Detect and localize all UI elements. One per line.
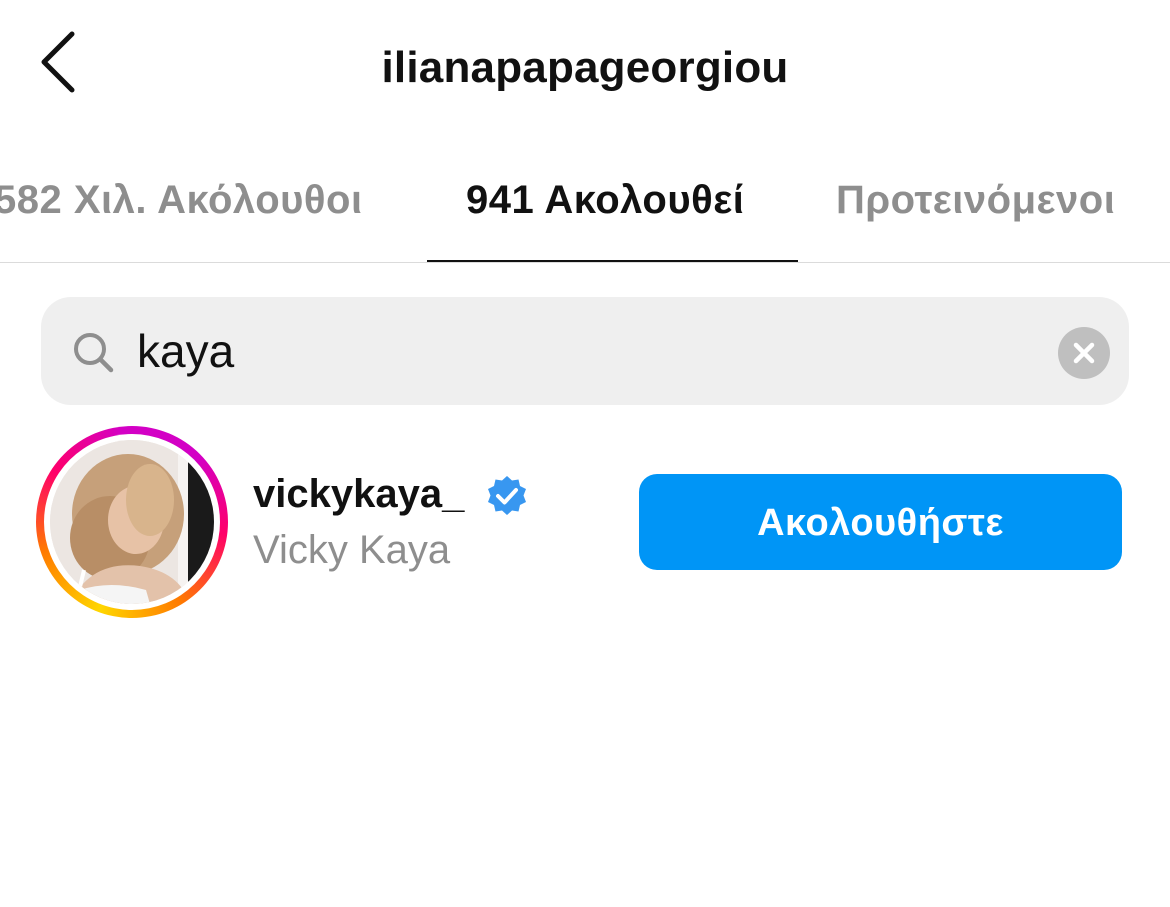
clear-circle-icon — [1073, 342, 1095, 364]
avatar-photo — [50, 440, 214, 604]
tab-bar: 582 Χιλ. Ακόλουθοι 941 Ακολουθεί Προτειν… — [0, 150, 1170, 264]
result-full-name: Vicky Kaya — [253, 528, 451, 572]
list-item[interactable]: vickykaya_ Vicky Kaya Ακολουθήστε — [0, 420, 1170, 630]
search-icon — [74, 333, 114, 373]
search-input[interactable] — [137, 319, 1017, 383]
tab-suggested[interactable]: Προτεινόμενοι — [836, 170, 1115, 230]
result-username[interactable]: vickykaya_ — [253, 468, 464, 520]
search-bar[interactable] — [41, 297, 1129, 405]
tab-followers[interactable]: 582 Χιλ. Ακόλουθοι — [0, 170, 363, 230]
avatar — [50, 440, 214, 604]
clear-search-button[interactable] — [1058, 327, 1110, 379]
following-list-screen: ilianapapageorgiou 582 Χιλ. Ακόλουθοι 94… — [0, 0, 1170, 907]
avatar-story-ring[interactable] — [36, 426, 228, 618]
page-title: ilianapapageorgiou — [381, 43, 789, 92]
tabs-divider — [0, 262, 1170, 263]
verified-badge-icon — [488, 476, 526, 515]
follow-button[interactable]: Ακολουθήστε — [639, 474, 1122, 570]
tab-following[interactable]: 941 Ακολουθεί — [466, 170, 744, 230]
